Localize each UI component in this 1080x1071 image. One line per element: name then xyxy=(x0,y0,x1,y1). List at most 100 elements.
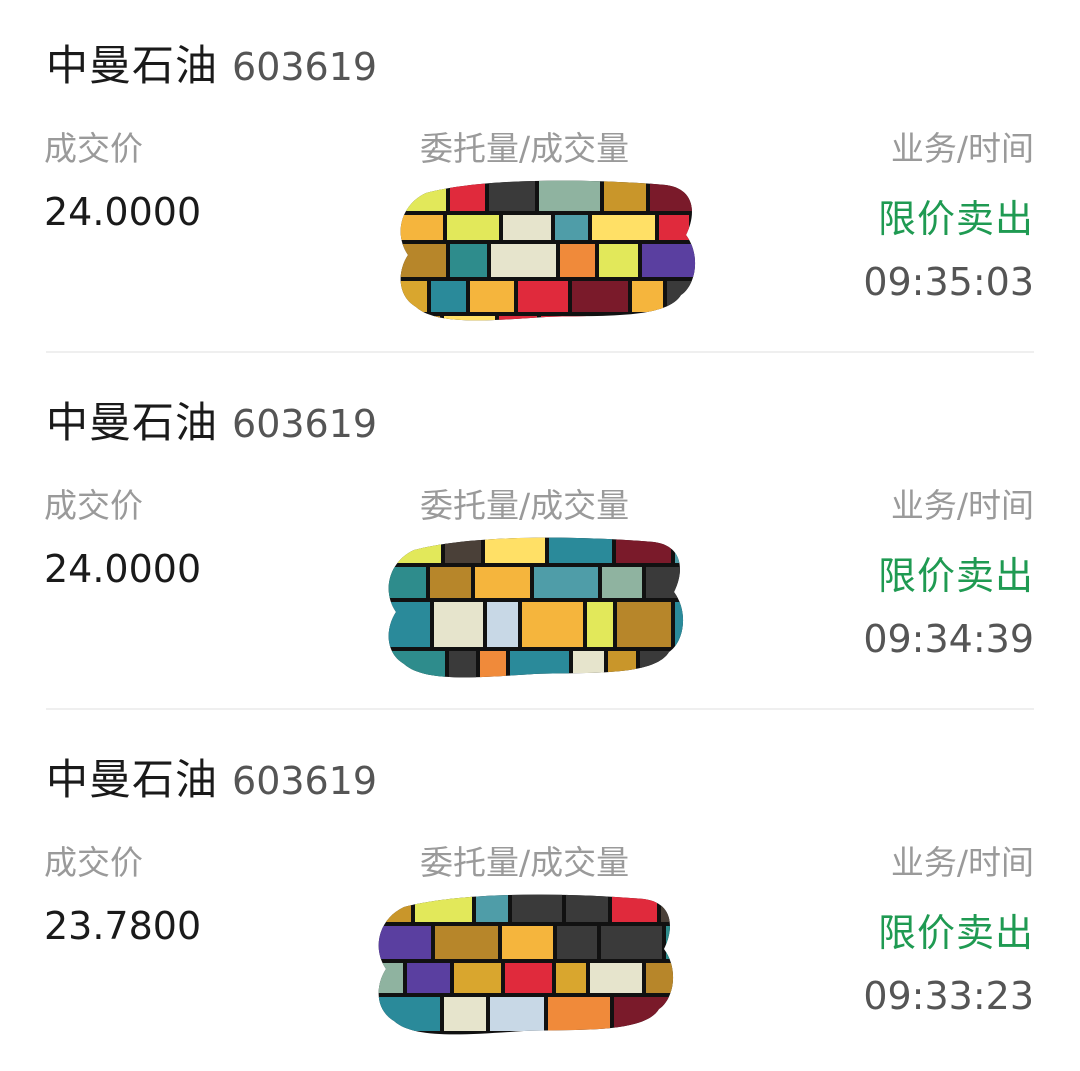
mosaic-tile xyxy=(653,316,696,321)
mosaic-tile xyxy=(555,215,588,240)
stock-name: 中曼石油 xyxy=(46,398,219,447)
mosaic-tile xyxy=(388,602,430,647)
trade-record[interactable]: 中曼石油 603619 成交价 委托量/成交量 业务/时间 23.7800 限价… xyxy=(0,714,1080,1071)
mosaic-tile xyxy=(573,651,604,678)
mosaic-tile xyxy=(510,651,569,678)
mosaic-tile xyxy=(431,281,466,312)
trade-price: 24.0000 xyxy=(44,547,202,591)
mosaic-tile xyxy=(614,997,674,1031)
mosaic-tile xyxy=(476,894,508,922)
mosaic-tile xyxy=(445,537,481,563)
mosaic-tile xyxy=(449,651,476,678)
mosaic-tile xyxy=(470,281,514,312)
mosaic-tile xyxy=(430,567,471,598)
mosaic-tile xyxy=(522,602,583,647)
mosaic-tile xyxy=(592,215,655,240)
mosaic-tile xyxy=(646,567,684,598)
mosaic-tile xyxy=(632,281,663,312)
mosaic-tile xyxy=(454,963,501,993)
mosaic-tile xyxy=(548,997,610,1031)
mosaic-tile xyxy=(491,1035,543,1039)
mosaic-tile xyxy=(407,963,450,993)
stock-name: 中曼石油 xyxy=(46,41,219,90)
stock-code: 603619 xyxy=(232,759,378,803)
stock-code: 603619 xyxy=(232,45,378,89)
mosaic-tile xyxy=(450,180,485,211)
mosaic-tile xyxy=(607,1035,653,1039)
quantity-label: 委托量/成交量 xyxy=(420,843,630,882)
redacted-quantity xyxy=(396,175,696,325)
trade-record[interactable]: 中曼石油 603619 成交价 委托量/成交量 业务/时间 24.0000 限价… xyxy=(0,357,1080,714)
mosaic-tile xyxy=(667,281,696,312)
mosaic-tile xyxy=(491,244,556,277)
trade-time: 09:35:03 xyxy=(863,260,1034,304)
mosaic-tile xyxy=(485,537,545,563)
trade-record[interactable]: 中曼石油 603619 成交价 委托量/成交量 业务/时间 24.0000 限价… xyxy=(0,0,1080,357)
mosaic-tile xyxy=(444,997,486,1031)
mosaic-tile xyxy=(590,963,642,993)
mosaic-tile xyxy=(604,180,646,211)
mosaic-tile xyxy=(539,180,600,211)
mosaic-tile xyxy=(666,926,674,959)
mosaic-tile xyxy=(505,963,552,993)
quantity-label: 委托量/成交量 xyxy=(420,129,630,168)
mosaic-tile xyxy=(560,244,595,277)
mosaic-tile xyxy=(590,316,649,321)
mosaic-tile xyxy=(566,894,608,922)
mosaic-tile xyxy=(650,180,696,211)
business-type: 限价卖出 xyxy=(877,554,1034,598)
mosaic-tile xyxy=(657,1035,674,1039)
stock-title: 中曼石油 603619 xyxy=(46,32,378,90)
quantity-label: 委托量/成交量 xyxy=(420,486,630,525)
mosaic-tile xyxy=(435,926,498,959)
price-label: 成交价 xyxy=(44,486,143,525)
mosaic-tile xyxy=(599,244,638,277)
mosaic-tile xyxy=(475,567,530,598)
mosaic-tile xyxy=(693,215,696,240)
mosaic-tile xyxy=(675,602,684,647)
mosaic-tile xyxy=(400,215,443,240)
mosaic-tile xyxy=(518,281,568,312)
mosaic-tile xyxy=(541,316,586,321)
mosaic-tile xyxy=(378,963,403,993)
business-time-label: 业务/时间 xyxy=(890,129,1034,168)
mosaic-tile xyxy=(378,894,411,922)
mosaic-tile xyxy=(499,316,537,321)
mosaic-tile xyxy=(447,215,499,240)
mosaic-tile xyxy=(378,997,440,1031)
mosaic-tile xyxy=(444,316,495,321)
mosaic-tile xyxy=(378,926,431,959)
stock-title: 中曼石油 603619 xyxy=(46,389,378,447)
business-time-label: 业务/时间 xyxy=(890,843,1034,882)
trade-time: 09:34:39 xyxy=(863,617,1034,661)
mosaic-tile xyxy=(587,602,613,647)
price-label: 成交价 xyxy=(44,129,143,168)
mosaic-tile xyxy=(480,651,506,678)
redacted-quantity xyxy=(374,889,674,1039)
trade-price: 24.0000 xyxy=(44,190,202,234)
mosaic-tile xyxy=(601,926,662,959)
mosaic-tile xyxy=(376,1035,419,1039)
redacted-quantity xyxy=(384,532,684,682)
mosaic-tile xyxy=(534,567,598,598)
mosaic-tile xyxy=(617,602,671,647)
mosaic-tile xyxy=(675,537,684,563)
divider xyxy=(46,351,1034,353)
mosaic-tile xyxy=(415,894,472,922)
mosaic-tile xyxy=(602,567,642,598)
mosaic-tile xyxy=(388,537,441,563)
mosaic-tile xyxy=(490,997,544,1031)
redaction-mosaic xyxy=(388,537,684,678)
mosaic-tile xyxy=(388,651,445,678)
mosaic-tile xyxy=(388,567,426,598)
mosaic-tile xyxy=(659,215,689,240)
business-type: 限价卖出 xyxy=(877,911,1034,955)
mosaic-tile xyxy=(400,316,440,321)
mosaic-tile xyxy=(608,651,636,678)
mosaic-tile xyxy=(616,537,671,563)
mosaic-tile xyxy=(612,894,657,922)
stock-code: 603619 xyxy=(232,402,378,446)
mosaic-tile xyxy=(400,281,427,312)
mosaic-tile xyxy=(646,963,674,993)
mosaic-tile xyxy=(489,180,535,211)
